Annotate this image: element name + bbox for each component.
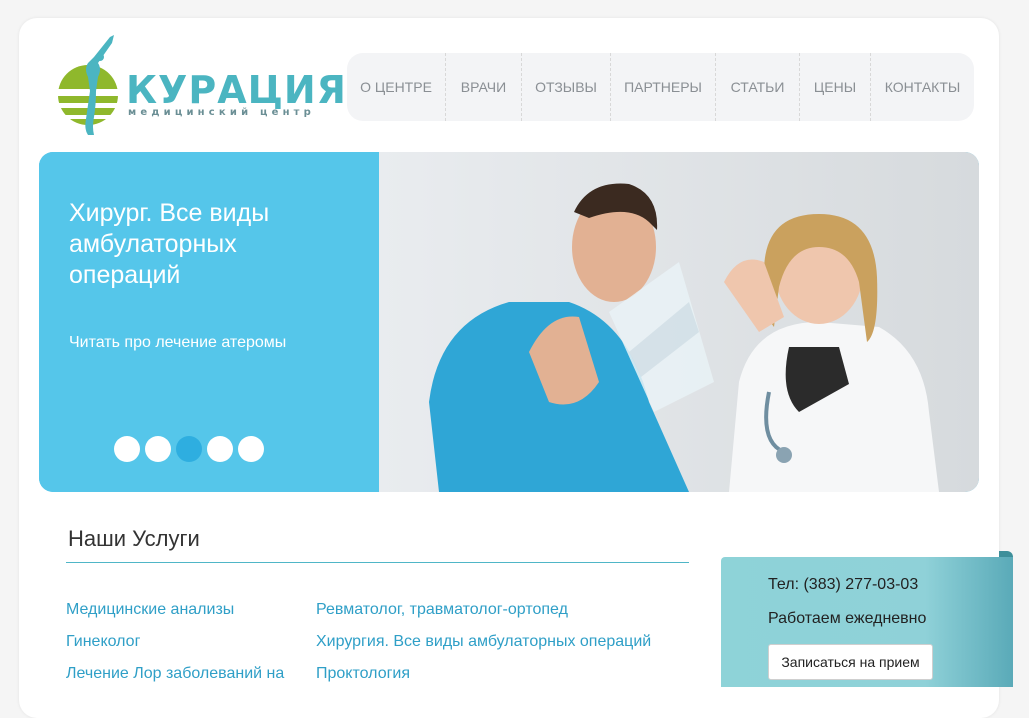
nav-item-doctors[interactable]: ВРАЧИ <box>445 53 521 121</box>
service-link[interactable]: Лечение Лор заболеваний на <box>66 665 284 683</box>
slider-dot[interactable] <box>145 436 171 462</box>
slider-dot[interactable] <box>207 436 233 462</box>
hero-slider: Хирург. Все виды амбулаторных операций Ч… <box>39 152 979 492</box>
slider-dot[interactable] <box>114 436 140 462</box>
service-link[interactable]: Медицинские анализы <box>66 601 234 619</box>
service-link[interactable]: Хирургия. Все виды амбулаторных операций <box>316 633 651 651</box>
slider-dot-active[interactable] <box>176 436 202 462</box>
nav-item-about[interactable]: О ЦЕНТРЕ <box>347 53 445 121</box>
slider-dots <box>114 436 264 462</box>
service-link[interactable]: Ревматолог, травматолог-ортопед <box>316 601 568 619</box>
book-appointment-button[interactable]: Записаться на прием <box>768 644 933 680</box>
slide-title: Хирург. Все виды амбулаторных операций <box>69 199 270 289</box>
service-link[interactable]: Проктология <box>316 665 410 683</box>
contact-phone: Тел: (383) 277-03-03 <box>768 576 919 593</box>
contact-box: Тел: (383) 277-03-03 Работаем ежедневно … <box>721 557 1013 687</box>
contact-hours: Работаем ежедневно <box>768 610 927 627</box>
nav-item-contacts[interactable]: КОНТАКТЫ <box>870 53 974 121</box>
logo-text: КУРАЦИЯ <box>126 68 347 112</box>
service-link[interactable]: Гинеколог <box>66 633 140 651</box>
main-nav: О ЦЕНТРЕ ВРАЧИ ОТЗЫВЫ ПАРТНЕРЫ СТАТЬИ ЦЕ… <box>347 53 974 121</box>
nav-item-partners[interactable]: ПАРТНЕРЫ <box>610 53 715 121</box>
services-divider <box>66 562 689 563</box>
logo[interactable]: КУРАЦИЯ медицинский центр <box>58 33 346 138</box>
logo-emblem-icon <box>58 35 120 135</box>
logo-subtitle: медицинский центр <box>128 107 316 118</box>
nav-item-reviews[interactable]: ОТЗЫВЫ <box>521 53 610 121</box>
slider-dot[interactable] <box>238 436 264 462</box>
slider-text-panel: Хирург. Все виды амбулаторных операций Ч… <box>39 152 379 492</box>
services-title: Наши Услуги <box>68 526 200 551</box>
nav-item-prices[interactable]: ЦЕНЫ <box>799 53 870 121</box>
slide-photo <box>379 152 979 492</box>
slide-link[interactable]: Читать про лечение атеромы <box>69 334 286 352</box>
nav-item-articles[interactable]: СТАТЬИ <box>715 53 799 121</box>
